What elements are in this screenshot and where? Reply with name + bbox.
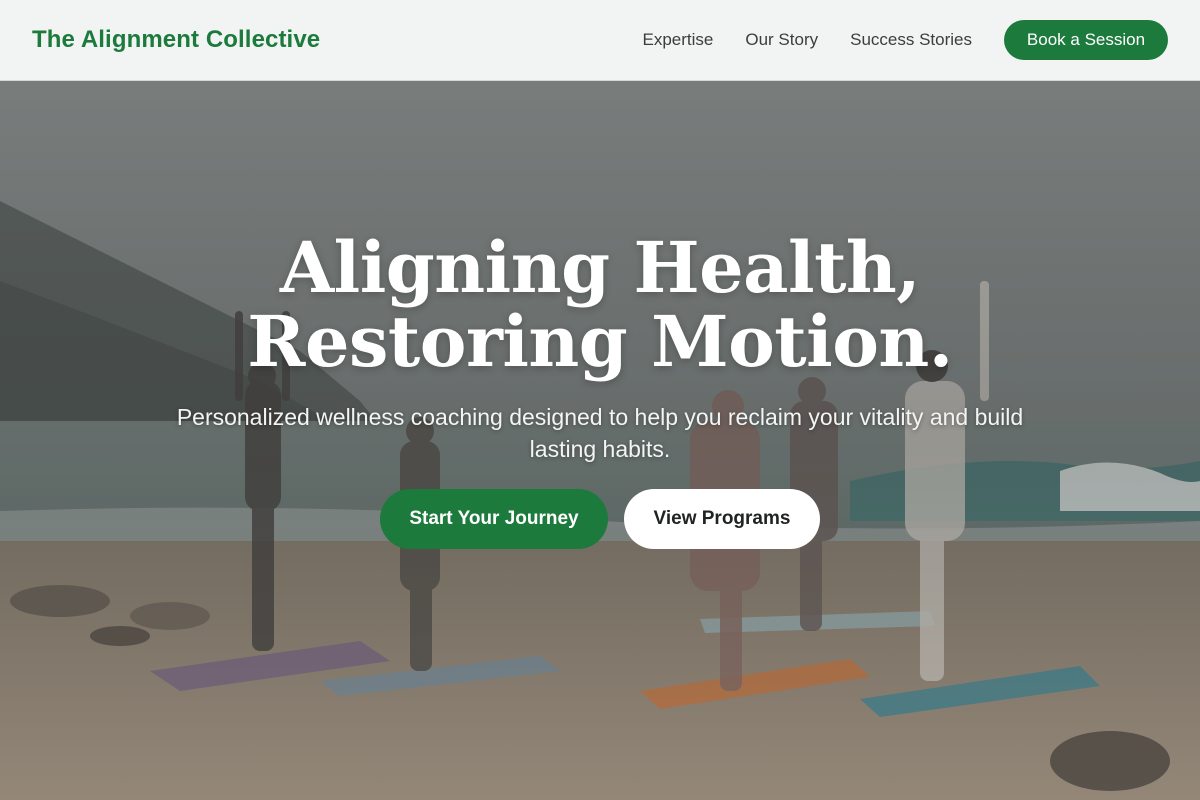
nav-link-expertise[interactable]: Expertise: [642, 30, 713, 50]
book-session-button[interactable]: Book a Session: [1004, 20, 1168, 60]
hero-subtitle: Personalized wellness coaching designed …: [176, 404, 1024, 462]
main-nav: Expertise Our Story Success Stories Book…: [610, 20, 1168, 60]
brand-logo[interactable]: The Alignment Collective: [32, 26, 320, 54]
nav-link-our-story[interactable]: Our Story: [745, 30, 818, 50]
start-journey-button[interactable]: Start Your Journey: [380, 489, 608, 549]
hero-section: Aligning Health, Restoring Motion. Perso…: [0, 81, 1200, 800]
hero-title: Aligning Health, Restoring Motion.: [247, 226, 953, 383]
hero-actions: Start Your Journey View Programs: [380, 489, 820, 549]
hero-title-line-1: Aligning Health,: [279, 226, 921, 309]
view-programs-button[interactable]: View Programs: [624, 489, 820, 549]
hero-content: Aligning Health, Restoring Motion. Perso…: [0, 231, 1200, 549]
site-header: The Alignment Collective Expertise Our S…: [0, 0, 1200, 81]
hero-title-line-2: Restoring Motion.: [247, 300, 953, 383]
nav-link-success-stories[interactable]: Success Stories: [850, 30, 972, 50]
